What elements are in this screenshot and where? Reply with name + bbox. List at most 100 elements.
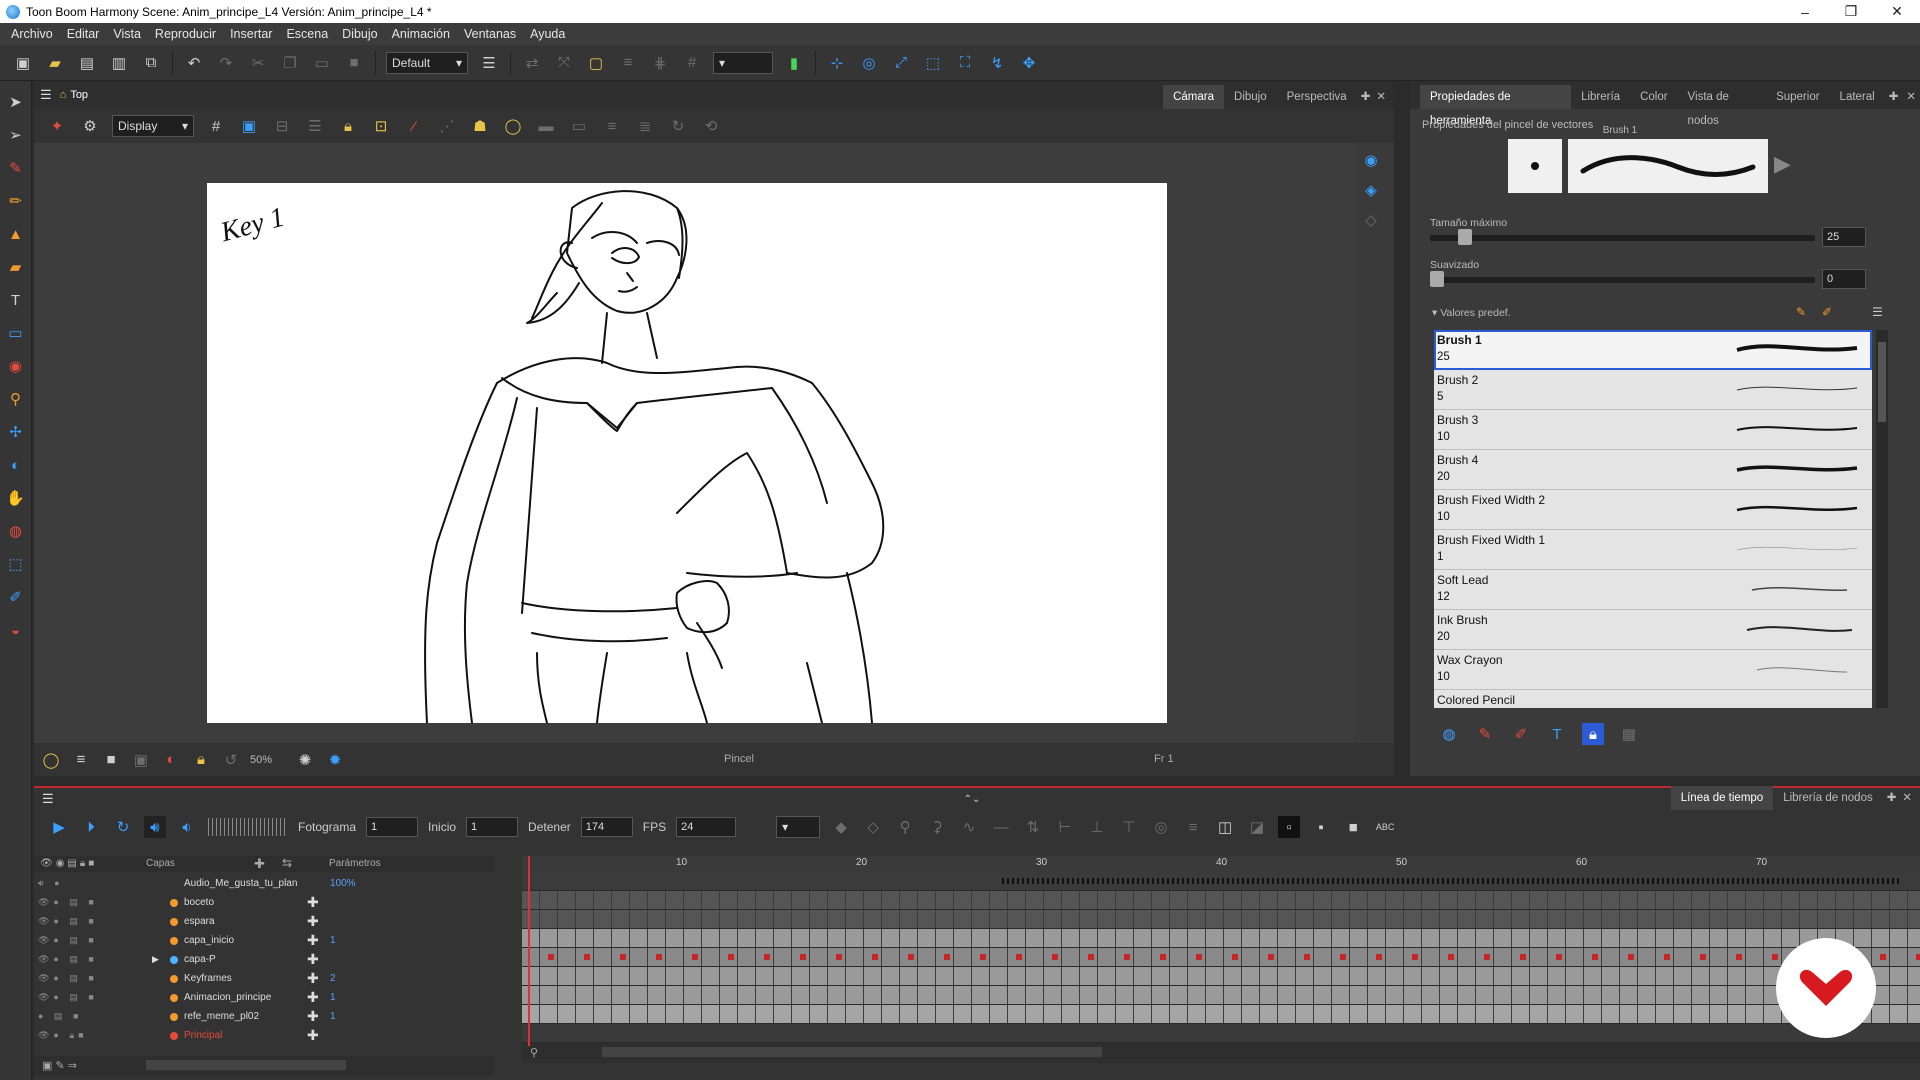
presets-scrollbar[interactable] xyxy=(1876,330,1888,708)
pencil-tool-icon[interactable]: ✏ xyxy=(5,190,27,212)
list-item[interactable]: Brush 3 10 xyxy=(1434,410,1872,450)
align-icon[interactable]: ≡ xyxy=(617,52,639,74)
tween-icon[interactable]: — xyxy=(990,816,1012,838)
list-item[interactable]: Colored Pencil xyxy=(1434,690,1872,708)
split-view-icon[interactable]: ◫ xyxy=(1214,816,1236,838)
onion-layer-icon[interactable]: ▬ xyxy=(535,115,557,137)
remove-frame-icon[interactable]: ⊤ xyxy=(1118,816,1140,838)
translate-icon[interactable]: ✥ xyxy=(1018,52,1040,74)
menu-hamburger-icon[interactable]: ☰ xyxy=(40,87,52,103)
lock-icon[interactable]: 🔒︎ xyxy=(337,115,359,137)
undo-icon[interactable]: ↶ xyxy=(183,52,205,74)
stack-icon[interactable]: ≡ xyxy=(601,115,623,137)
zoom-search-icon[interactable]: ⚲ xyxy=(530,1046,538,1059)
dropper-tool-icon[interactable]: ⚲ xyxy=(5,388,27,410)
light-table-icon[interactable]: ☗ xyxy=(469,115,491,137)
color-swatch-select[interactable]: ▾ xyxy=(713,51,773,74)
open-folder-icon[interactable]: ▰ xyxy=(44,52,66,74)
lock-all-icon[interactable]: ⊡ xyxy=(370,115,392,137)
add-keyframe-icon[interactable]: ◆ xyxy=(830,816,852,838)
max-size-input[interactable]: 25 xyxy=(1822,227,1866,247)
draw-behind-icon[interactable]: ✐ xyxy=(1510,723,1532,745)
rename-preset-icon[interactable]: ✐ xyxy=(1822,305,1832,319)
select-arrow-icon[interactable]: ➤ xyxy=(5,91,27,113)
layer-toggle-icons[interactable]: 👁︎◉▤🔒︎■ xyxy=(40,858,97,869)
copy-icon[interactable]: ❐ xyxy=(279,52,301,74)
frame-size-small-icon[interactable]: ▫ xyxy=(1278,816,1301,838)
collapse-arrows-icon[interactable]: ⌃⌄ xyxy=(964,794,981,805)
add-view-icon[interactable]: ✚ xyxy=(1885,85,1903,109)
layer-toggles[interactable]: ● ▤ ■ xyxy=(38,1011,82,1022)
stack-icon[interactable]: ≡ xyxy=(70,749,92,771)
cutter-tool-icon[interactable]: ✐ xyxy=(5,586,27,608)
flip-icon[interactable]: ⇄ xyxy=(521,52,543,74)
drawing-paper[interactable]: Key 1 xyxy=(207,183,1167,723)
eye-view-icon[interactable]: ◉ xyxy=(1360,149,1382,171)
add-view-icon[interactable]: ✚ xyxy=(1357,85,1375,109)
paint-pot-icon[interactable]: ◒ xyxy=(5,619,27,641)
add-drawing-icon[interactable]: ✚ xyxy=(307,1027,319,1044)
brush-tip-preview[interactable] xyxy=(1508,139,1562,193)
lock-icon[interactable]: 🔒︎ xyxy=(1582,723,1604,745)
grid-snap-icon[interactable]: # xyxy=(681,52,703,74)
table-row[interactable]: 👁︎● ▤ ■ Keyframes ✚ 2 xyxy=(34,969,494,988)
render-settings-icon[interactable]: ✺ xyxy=(294,749,316,771)
layer-toggles[interactable]: 👁︎● ▤ ■ xyxy=(38,897,98,908)
paste-icon[interactable]: ▭ xyxy=(311,52,333,74)
frame-row[interactable] xyxy=(522,967,1920,986)
scrollbar-thumb[interactable] xyxy=(1878,342,1886,422)
tab-camara[interactable]: Cámara xyxy=(1163,85,1225,109)
onion-skin-icon[interactable]: ▮ xyxy=(783,52,805,74)
frame-size-large-icon[interactable]: ■ xyxy=(1342,816,1364,838)
menu-ventanas[interactable]: Ventanas xyxy=(457,27,523,41)
animate-mode-icon[interactable]: ✦ xyxy=(46,115,68,137)
sound-scrub-icon[interactable]: 🔉︎ xyxy=(176,816,198,838)
align-frames-icon[interactable]: ≡ xyxy=(1182,816,1204,838)
frame-row-keyframes[interactable] xyxy=(522,948,1920,967)
motion-icon[interactable]: ⛶ xyxy=(954,52,976,74)
layer-toggles[interactable]: 👁︎● ▤ ■ xyxy=(38,992,98,1003)
eraser-tool-icon[interactable]: ▰ xyxy=(5,256,27,278)
motion-keyframe-icon[interactable]: ⚲ xyxy=(894,816,916,838)
list-item[interactable]: Brush 1 25 xyxy=(1434,330,1872,370)
stop-motion-keyframe-icon[interactable]: ⚳ xyxy=(926,816,948,838)
deform-icon[interactable]: ↯ xyxy=(986,52,1008,74)
hand-tool-icon[interactable]: ✋ xyxy=(5,487,27,509)
expand-icon[interactable]: ⊢ xyxy=(1054,816,1076,838)
frame-size-medium-icon[interactable]: ▪ xyxy=(1310,816,1332,838)
display-select[interactable]: Display ▾ xyxy=(112,115,194,137)
new-preset-icon[interactable]: ✎ xyxy=(1796,305,1806,319)
skew-icon[interactable]: ⬚ xyxy=(922,52,944,74)
tab-superior[interactable]: Superior xyxy=(1766,85,1829,109)
redo-icon[interactable]: ↷ xyxy=(215,52,237,74)
morph-tool-icon[interactable]: ◐ xyxy=(5,454,27,476)
speed-slider[interactable] xyxy=(208,818,288,836)
camera-mask-icon[interactable]: ▣ xyxy=(130,749,152,771)
reset-view-icon[interactable]: ⟲ xyxy=(700,115,722,137)
layer-toggles[interactable]: 🔊︎ ● xyxy=(38,878,64,889)
layer-toggles[interactable]: 👁︎● ▤ ■ xyxy=(38,916,98,927)
layer-toggles[interactable]: 👁︎● ▤ ■ xyxy=(38,973,98,984)
frame-icon[interactable]: ■ xyxy=(100,749,122,771)
insert-frame-icon[interactable]: ⊥ xyxy=(1086,816,1108,838)
loop-icon[interactable]: ↻ xyxy=(112,816,134,838)
play-icon[interactable]: ▶ xyxy=(48,816,70,838)
merge-icon[interactable]: ◪ xyxy=(1246,816,1268,838)
brush-stroke-preview[interactable] xyxy=(1568,139,1768,193)
pivot-icon[interactable]: ⊹ xyxy=(826,52,848,74)
list-item[interactable]: Brush 4 20 xyxy=(1434,450,1872,490)
smoothing-track[interactable] xyxy=(1430,277,1815,283)
frame-row[interactable] xyxy=(522,1024,1920,1043)
new-scene-icon[interactable]: ▣ xyxy=(12,52,34,74)
table-row[interactable]: 👁︎● ▤ ■ boceto ✚ xyxy=(34,893,494,912)
flip-keyframe-icon[interactable]: ⇅ xyxy=(1022,816,1044,838)
grid-toggle-icon[interactable]: ▦ xyxy=(1618,723,1640,745)
paint-bucket-icon[interactable]: ◉ xyxy=(5,355,27,377)
field-guide-icon[interactable]: ⊟ xyxy=(271,115,293,137)
text-scale-icon[interactable]: T xyxy=(1546,723,1568,745)
breadcrumb[interactable]: ⌂ Top xyxy=(60,89,88,101)
layer-toggles[interactable]: 👁︎● 🔒︎■ xyxy=(38,1030,88,1041)
preview-icon[interactable]: ✹ xyxy=(324,749,346,771)
menu-editar[interactable]: Editar xyxy=(60,27,107,41)
table-row[interactable]: ● ▤ ■ refe_meme_pl02 ✚ 1 xyxy=(34,1007,494,1026)
